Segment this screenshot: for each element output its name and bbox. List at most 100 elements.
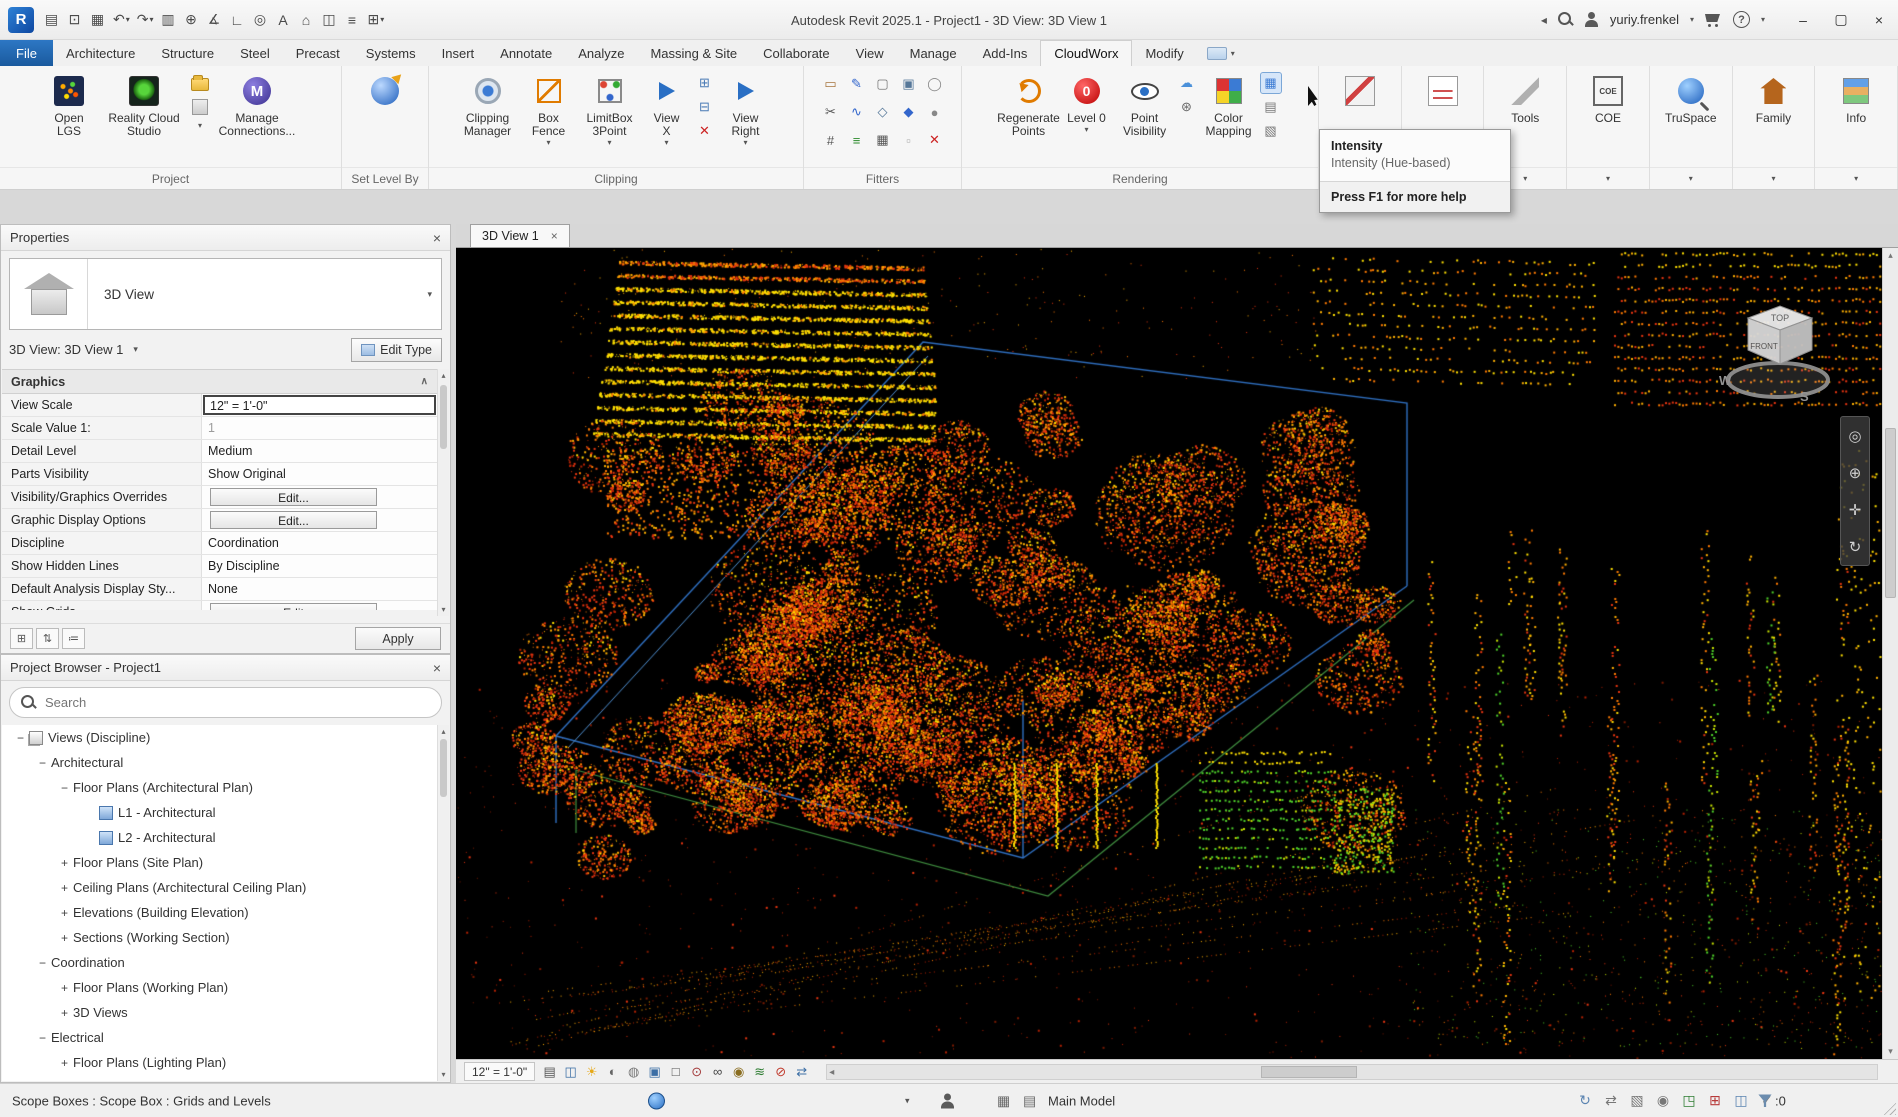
- property-value[interactable]: By Discipline: [202, 555, 437, 577]
- drawing-area[interactable]: W S TOP FRONT ◎ ⊕ ✛ ↻: [456, 248, 1882, 1059]
- clipping-tool-icon[interactable]: ⊞: [695, 73, 715, 93]
- property-value[interactable]: Edit...: [202, 509, 437, 531]
- resize-grip[interactable]: [1882, 1101, 1896, 1115]
- open-lgs-button[interactable]: OpenLGS: [40, 70, 98, 138]
- properties-close-icon[interactable]: ×: [433, 230, 441, 246]
- fitter-tool-icon[interactable]: ▣: [899, 74, 919, 94]
- status-toggle-icon[interactable]: ◳: [1680, 1092, 1698, 1110]
- project-browser-close-icon[interactable]: ×: [433, 660, 441, 676]
- apply-button[interactable]: Apply: [355, 627, 441, 650]
- clipping-manager-button[interactable]: ClippingManager: [459, 70, 517, 138]
- ribbon-tab[interactable]: Modify: [1132, 40, 1196, 66]
- ribbon-display-caret[interactable]: ▾: [1231, 49, 1235, 58]
- ribbon-tab[interactable]: Architecture: [53, 40, 148, 66]
- clipping-tool-icon[interactable]: ✕: [695, 121, 715, 141]
- type-selector[interactable]: 3D View ▾: [9, 258, 442, 330]
- fitter-tool-icon[interactable]: ✂: [821, 102, 841, 122]
- status-toggle-icon[interactable]: ▧: [1628, 1092, 1646, 1110]
- point-visibility-button[interactable]: PointVisibility: [1116, 70, 1174, 138]
- qat-icon[interactable]: ⊡: [64, 7, 86, 33]
- instance-caret[interactable]: ▾: [133, 344, 138, 355]
- qat-icon[interactable]: ▤: [41, 7, 63, 33]
- level-0-caret[interactable]: ▾: [1084, 125, 1088, 134]
- view-control-icon[interactable]: ▣: [644, 1062, 665, 1082]
- navigation-icon[interactable]: ⊕: [1844, 462, 1866, 484]
- ribbon-tab[interactable]: Massing & Site: [637, 40, 750, 66]
- tree-expander[interactable]: −: [56, 781, 73, 795]
- property-value[interactable]: 1: [202, 417, 437, 439]
- tree-item[interactable]: + Sections (Working Section): [2, 925, 437, 950]
- fitter-tool-icon[interactable]: ✕: [925, 130, 945, 150]
- regenerate-points-button[interactable]: RegeneratePoints: [1000, 70, 1058, 138]
- ribbon-tab[interactable]: Collaborate: [750, 40, 843, 66]
- help-menu-caret[interactable]: ▾: [1761, 15, 1765, 24]
- minimize-button[interactable]: –: [1784, 0, 1822, 40]
- scroll-thumb[interactable]: [440, 739, 447, 797]
- viewcube-front-face[interactable]: FRONT: [1750, 342, 1778, 351]
- fitter-tool-icon[interactable]: ▭: [821, 74, 841, 94]
- fitter-tool-icon[interactable]: ◯: [925, 74, 945, 94]
- status-toggle-icon[interactable]: ↻: [1576, 1092, 1594, 1110]
- status-toggle-icon[interactable]: ◉: [1654, 1092, 1672, 1110]
- view-control-icon[interactable]: ◍: [623, 1062, 644, 1082]
- qat-caret[interactable]: ▾: [380, 15, 384, 24]
- ribbon-tab[interactable]: Precast: [283, 40, 353, 66]
- tree-expander[interactable]: +: [56, 1056, 73, 1070]
- type-selector-caret[interactable]: ▾: [427, 289, 432, 300]
- view-control-icon[interactable]: ◉: [728, 1062, 749, 1082]
- view-right-caret[interactable]: ▾: [743, 138, 747, 147]
- ribbon-tab[interactable]: Insert: [429, 40, 488, 66]
- view-control-icon[interactable]: ◫: [560, 1062, 581, 1082]
- viewcube-west-label[interactable]: W: [1719, 373, 1732, 388]
- view-control-icon[interactable]: ⇄: [791, 1062, 812, 1082]
- status-toggle-icon[interactable]: ◫: [1732, 1092, 1750, 1110]
- horizontal-scrollbar[interactable]: ◂: [826, 1064, 1878, 1080]
- tree-expander[interactable]: +: [56, 906, 73, 920]
- fitter-tool-icon[interactable]: ◇: [873, 102, 893, 122]
- fitter-tool-icon[interactable]: ∿: [847, 102, 867, 122]
- qat-icon[interactable]: A: [273, 7, 295, 33]
- view-cube[interactable]: W S TOP FRONT: [1714, 288, 1846, 408]
- fitter-tool-icon[interactable]: #: [821, 130, 841, 150]
- ribbon-display-toggle[interactable]: ▾: [1197, 40, 1245, 66]
- ribbon-right-panel[interactable]: COE COE ▾: [1567, 66, 1650, 189]
- ribbon-tab[interactable]: File: [0, 40, 53, 66]
- user-menu-caret[interactable]: ▾: [1690, 15, 1694, 24]
- fitter-tool-icon[interactable]: ▦: [873, 130, 893, 150]
- edit-type-button[interactable]: Edit Type: [351, 338, 442, 362]
- view-x-caret[interactable]: ▾: [664, 138, 668, 147]
- active-design-option[interactable]: Main Model: [1048, 1093, 1115, 1108]
- tree-item[interactable]: + 3D Views: [2, 1000, 437, 1025]
- properties-footer-icon[interactable]: ⇅: [36, 628, 59, 649]
- tree-expander[interactable]: +: [56, 931, 73, 945]
- tree-expander[interactable]: −: [12, 731, 29, 745]
- color-source-icon[interactable]: ▤: [1261, 97, 1281, 117]
- status-toggle-icon[interactable]: ⇄: [1602, 1092, 1620, 1110]
- view-right-button[interactable]: ViewRight ▾: [718, 70, 774, 147]
- status-caret[interactable]: ▾: [905, 1095, 910, 1106]
- properties-footer-icon[interactable]: ⊞: [10, 628, 33, 649]
- tree-item[interactable]: + Ceiling Plans (Architectural Ceiling P…: [2, 875, 437, 900]
- ribbon-tab[interactable]: Annotate: [487, 40, 565, 66]
- fitter-tool-icon[interactable]: ◆: [899, 102, 919, 122]
- limitbox-3point-button[interactable]: LimitBox3Point ▾: [581, 70, 639, 147]
- ribbon-tab[interactable]: CloudWorx: [1040, 40, 1132, 66]
- ribbon-tab[interactable]: Systems: [353, 40, 429, 66]
- view-control-icon[interactable]: ∞: [707, 1062, 728, 1082]
- scroll-down-icon[interactable]: ▾: [438, 605, 449, 614]
- reality-cloud-studio-button[interactable]: Reality CloudStudio: [101, 70, 187, 138]
- tree-expander[interactable]: +: [56, 981, 73, 995]
- viewcube-south-label[interactable]: S: [1800, 389, 1809, 404]
- qat-icon[interactable]: ↷ ▾: [134, 7, 157, 33]
- fitter-tool-icon[interactable]: ▢: [873, 74, 893, 94]
- ribbon-tab[interactable]: Manage: [897, 40, 970, 66]
- view-control-icon[interactable]: ▤: [539, 1062, 560, 1082]
- status-toggle-icon[interactable]: ⊞: [1706, 1092, 1724, 1110]
- worksharing-icon[interactable]: [648, 1092, 665, 1109]
- qat-icon[interactable]: ≡: [342, 7, 364, 33]
- property-value[interactable]: 12" = 1'-0": [202, 394, 437, 416]
- tree-item[interactable]: − Architectural: [2, 750, 437, 775]
- color-source-icon[interactable]: ▦: [1261, 73, 1281, 93]
- tree-expander[interactable]: −: [34, 956, 51, 970]
- qat-icon[interactable]: ◎: [250, 7, 272, 33]
